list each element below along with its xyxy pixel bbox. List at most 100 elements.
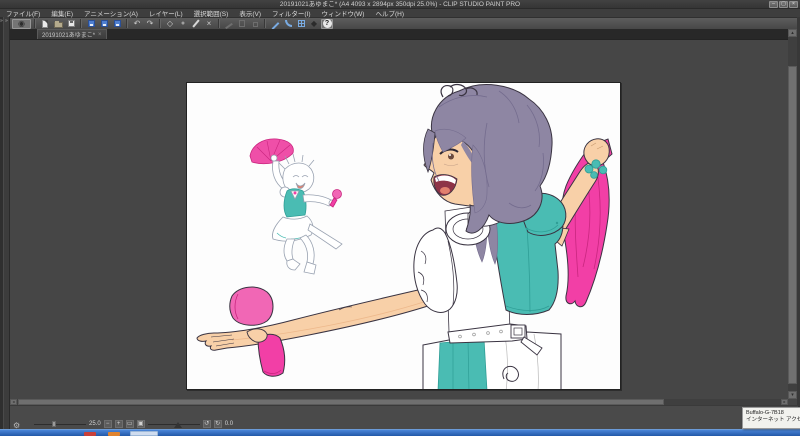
document-tab-label: 20191021あゆまこ* xyxy=(42,33,96,39)
snap-ruler-button[interactable] xyxy=(269,19,281,30)
status-bar: ⚙ 25.0 − + ▭ ▣ ↺ ↻ 0.0 xyxy=(10,405,798,430)
toolbar-separator xyxy=(218,19,220,28)
snap-grid-button[interactable] xyxy=(295,19,307,29)
menu-edit[interactable]: 編集(E) xyxy=(51,8,73,18)
disabled-button-2 xyxy=(236,19,248,29)
disabled-pen-icon xyxy=(225,22,233,29)
clip-studio-paint-window: 20191021あゆまこ* (A4 4093 x 2894px 350dpi 2… xyxy=(0,0,800,436)
open-file-button[interactable] xyxy=(52,19,64,29)
network-status: インターネット アクセス xyxy=(746,417,800,423)
command-bar: ◉ ↶ ↷ ◇ ● × ◆ ? xyxy=(10,18,800,30)
window-title: 20191021あゆまこ* (A4 4093 x 2894px 350dpi 2… xyxy=(279,1,521,8)
rotate-right-button[interactable]: ↻ xyxy=(213,420,222,428)
scroll-down-icon[interactable]: ▾ xyxy=(788,391,797,399)
export-icon xyxy=(100,20,108,27)
open-folder-icon xyxy=(53,20,63,28)
scale-rotate-icon: × xyxy=(206,19,212,28)
tab-strip: 20191021あゆまこ* × xyxy=(10,29,788,40)
export-button-1[interactable] xyxy=(98,19,110,29)
eye-icon: ◉ xyxy=(18,19,25,28)
disabled-button-3 xyxy=(249,19,261,29)
windows-taskbar[interactable] xyxy=(0,429,800,436)
new-file-button[interactable] xyxy=(39,19,51,29)
network-name: Buffalo-G-7B18 xyxy=(746,410,784,416)
menu-help[interactable]: ヘルプ(H) xyxy=(375,8,404,18)
save-floppy-icon xyxy=(67,20,75,27)
artwork-illustration xyxy=(196,83,613,389)
fit-to-screen-button[interactable]: ▭ xyxy=(125,420,134,428)
window-controls: – ▢ × xyxy=(769,1,798,8)
clear-icon: ◇ xyxy=(166,19,174,28)
export-button-2[interactable] xyxy=(111,19,123,29)
disabled-button-1 xyxy=(223,19,235,29)
zoom-slider[interactable] xyxy=(34,420,86,428)
zoom-value: 25.0 xyxy=(89,421,101,427)
redo-icon: ↷ xyxy=(146,19,154,28)
fill-button[interactable]: ● xyxy=(177,19,189,29)
tab-close-icon[interactable]: × xyxy=(98,32,102,38)
undo-button[interactable]: ↶ xyxy=(131,19,143,29)
clear-button[interactable]: ◇ xyxy=(164,19,176,29)
menu-filter[interactable]: フィルター(I) xyxy=(272,8,311,18)
undo-icon: ↶ xyxy=(133,19,141,28)
rotation-slider-handle[interactable] xyxy=(173,418,182,428)
rotation-slider[interactable] xyxy=(147,418,200,428)
rotate-left-button[interactable]: ↺ xyxy=(202,420,211,428)
fill-icon: ● xyxy=(180,20,186,27)
material-button[interactable]: ◆ xyxy=(308,19,320,29)
brush-icon xyxy=(192,19,200,28)
expand-dock-icon[interactable]: » xyxy=(0,18,3,24)
transform-button[interactable]: × xyxy=(203,19,215,29)
small-character-sketch xyxy=(249,138,343,275)
toolbar-separator xyxy=(34,19,36,28)
snap-special-ruler-button[interactable] xyxy=(282,19,294,29)
menu-layer[interactable]: レイヤー(L) xyxy=(149,8,183,18)
help-button[interactable]: ? xyxy=(321,18,333,29)
canvas-controls: 25.0 − + ▭ ▣ ↺ ↻ 0.0 xyxy=(34,419,233,429)
document-tab[interactable]: 20191021あゆまこ* × xyxy=(37,29,107,39)
menu-view[interactable]: 表示(V) xyxy=(239,8,261,18)
toolbar-separator xyxy=(80,19,82,28)
large-character xyxy=(196,83,613,389)
rotation-value: 0.0 xyxy=(224,421,234,427)
snap-grid-icon xyxy=(297,20,305,27)
material-icon: ◆ xyxy=(310,19,318,28)
zoom-slider-handle[interactable] xyxy=(52,421,56,427)
menu-window[interactable]: ウィンドウ(W) xyxy=(322,8,365,18)
vertical-scrollbar[interactable]: ▴ ▾ xyxy=(788,29,797,399)
taskbar-app-icon[interactable] xyxy=(108,432,120,436)
taskbar-app-icon[interactable] xyxy=(84,432,96,436)
expand-dock-icon[interactable]: » xyxy=(5,18,8,24)
maximize-button[interactable]: ▢ xyxy=(779,1,788,8)
help-icon: ? xyxy=(322,19,332,28)
disabled-frame-icon xyxy=(252,21,258,27)
menu-selection[interactable]: 選択範囲(S) xyxy=(194,8,229,18)
zoom-out-button[interactable]: − xyxy=(103,420,112,428)
menu-file[interactable]: ファイル(F) xyxy=(6,8,40,18)
zoom-in-button[interactable]: + xyxy=(114,420,123,428)
canvas-page[interactable] xyxy=(186,82,621,390)
redo-button[interactable]: ↷ xyxy=(144,19,156,29)
left-palette-dock: » » xyxy=(0,17,10,429)
network-tooltip: Buffalo-G-7B18 インターネット アクセス xyxy=(742,407,800,429)
vertical-scrollbar-thumb[interactable] xyxy=(788,66,797,384)
toolbar-separator xyxy=(159,19,161,28)
disabled-page-icon xyxy=(239,20,245,27)
save-as-button[interactable] xyxy=(85,19,97,29)
toolbar-separator xyxy=(264,19,266,28)
scroll-up-icon[interactable]: ▴ xyxy=(788,29,797,37)
menu-bar: ファイル(F) 編集(E) アニメーション(A) レイヤー(L) 選択範囲(S)… xyxy=(0,9,800,18)
minimize-button[interactable]: – xyxy=(769,1,778,8)
actual-size-button[interactable]: ▣ xyxy=(136,420,145,428)
canvas-area[interactable] xyxy=(10,40,788,399)
close-button[interactable]: × xyxy=(789,1,798,8)
clip-studio-button[interactable]: ◉ xyxy=(12,18,31,29)
brush-button[interactable] xyxy=(190,19,202,29)
save-button[interactable] xyxy=(65,19,77,29)
export-layers-icon xyxy=(113,20,121,27)
new-file-icon xyxy=(42,19,48,28)
menu-animation[interactable]: アニメーション(A) xyxy=(84,8,138,18)
taskbar-window-button[interactable] xyxy=(130,431,158,436)
save-as-icon xyxy=(87,20,95,27)
snap-special-ruler-icon xyxy=(284,20,292,27)
